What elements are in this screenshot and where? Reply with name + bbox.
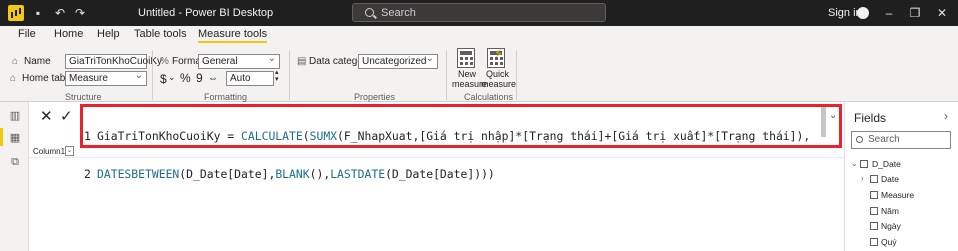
line-number: 2 (84, 167, 91, 181)
divider (446, 50, 447, 100)
paren-token: ( (302, 129, 310, 143)
format-icon: % (160, 56, 169, 67)
measure-icon (870, 191, 878, 199)
search-icon (365, 8, 374, 17)
tab-table-tools[interactable]: Table tools (134, 28, 187, 40)
fields-pane-title: Fields (854, 111, 887, 125)
measure-name-field[interactable]: GiaTriTonKhoCuoiKy (65, 54, 162, 69)
formula-line-1: 1 GiaTriTonKhoCuoiKy = CALCULATE(SUMX(F_N… (83, 127, 839, 146)
args-token-a: (D_Date[Date], (179, 167, 276, 181)
calculate-token: CALCULATE (241, 129, 303, 143)
formula-scrollbar[interactable] (821, 107, 826, 137)
decimal-adjust-icon[interactable]: ⇔ (208, 73, 218, 84)
title-bar: ▪ ↶ ↷ Untitled - Power BI Desktop Search… (0, 0, 958, 26)
currency-chevron-icon[interactable]: ⌄ (168, 72, 176, 83)
name-label: Name (24, 56, 51, 67)
calculator-icon (457, 48, 475, 68)
tab-measure-tools[interactable]: Measure tools (198, 28, 268, 43)
quick-measure-icon: ⚡ (487, 46, 505, 68)
lastdate-token: LASTDATE (330, 167, 386, 181)
calendar-icon (870, 175, 878, 183)
account-avatar[interactable] (857, 7, 869, 19)
tab-help[interactable]: Help (97, 28, 120, 40)
fields-search-placeholder: Search (868, 134, 900, 145)
divider (289, 50, 290, 100)
field-measure[interactable]: Measure (881, 190, 914, 200)
currency-button[interactable]: $ (160, 72, 167, 86)
comma-style-button[interactable]: 9 (196, 71, 203, 85)
field-ngay[interactable]: Ngày (881, 221, 901, 231)
new-measure-label-1: New (458, 69, 477, 79)
home-table-dropdown[interactable]: Measure (65, 69, 147, 86)
datesbetween-token: DATESBETWEEN (97, 167, 180, 181)
expand-date-chevron-icon[interactable]: › (861, 174, 864, 183)
commit-formula-icon[interactable]: ✓ (60, 107, 73, 125)
ribbon-body: ⌂ Name GiaTriTonKhoCuoiKy ⌂ Home table M… (0, 44, 958, 102)
minimize-icon[interactable]: – (880, 4, 898, 22)
tag-icon: ⌂ (12, 56, 19, 67)
redo-icon[interactable]: ↷ (72, 3, 88, 23)
quick-measure-label-1: Quick (486, 69, 510, 79)
sumx-args-token: (F_NhapXuat,[Giá trị nhập]*[Trạng thái]+… (337, 129, 811, 143)
column-filter-chevron-icon[interactable]: ⌄ (65, 146, 74, 156)
save-icon[interactable]: ▪ (30, 3, 46, 23)
model-view-icon[interactable]: ⧉ (9, 156, 21, 168)
undo-icon[interactable]: ↶ (52, 3, 68, 23)
column-icon (870, 207, 878, 215)
view-rail: ▥ ▦ ⧉ (0, 102, 29, 251)
tab-home[interactable]: Home (54, 28, 83, 40)
search-icon (856, 136, 863, 143)
format-dropdown[interactable]: General (198, 52, 280, 69)
structure-group-label: Structure (65, 92, 102, 102)
quick-measure-label-2: measure (481, 79, 517, 89)
percent-button[interactable]: % (180, 71, 191, 85)
table-icon (860, 160, 868, 168)
field-nam[interactable]: Năm (881, 206, 899, 216)
active-view-indicator (0, 128, 3, 146)
decimal-stepper[interactable]: ▴ ▾ (275, 69, 279, 83)
collapse-pane-chevron-icon[interactable]: › (944, 109, 948, 123)
expand-table-chevron-icon[interactable]: ⌄ (851, 159, 858, 168)
home-table-icon: ⌂ (10, 73, 17, 84)
blank-token: BLANK (275, 167, 310, 181)
divider (516, 50, 517, 100)
dax-formula-editor[interactable]: 1 GiaTriTonKhoCuoiKy = CALCULATE(SUMX(F_N… (80, 104, 842, 181)
powerbi-logo-icon (8, 5, 24, 21)
sumx-token: SUMX (309, 129, 338, 143)
field-date[interactable]: Date (881, 174, 899, 184)
global-search-box[interactable]: Search (352, 3, 606, 22)
expand-formula-chevron-icon[interactable]: ⌄ (829, 110, 837, 121)
close-icon[interactable]: ✕ (933, 4, 951, 22)
field-table-d-date[interactable]: D_Date (872, 159, 901, 169)
column-icon (870, 238, 878, 246)
formula-line-2: 2 DATESBETWEEN(D_Date[Date],BLANK(),LASTD… (83, 165, 839, 184)
maximize-icon[interactable]: ❐ (906, 4, 924, 22)
calculations-group-label: Calculations (464, 92, 514, 102)
measure-name-token: GiaTriTonKhoCuoiKy = (97, 129, 242, 143)
lightning-icon: ⚡ (494, 46, 504, 61)
decimal-places-field[interactable]: Auto (226, 71, 274, 86)
column-icon (870, 222, 878, 230)
tab-file[interactable]: File (18, 28, 36, 40)
fields-search-input[interactable]: Search (851, 131, 951, 149)
cancel-formula-icon[interactable]: ✕ (40, 107, 53, 125)
args-token-b: (), (309, 167, 331, 181)
data-category-icon: ▤ (297, 56, 307, 67)
ribbon-tabs: File Home Help Table tools Measure tools (0, 26, 958, 44)
divider (152, 50, 153, 100)
report-view-icon[interactable]: ▥ (9, 110, 21, 122)
data-category-dropdown[interactable]: Uncategorized (358, 52, 438, 69)
column-header[interactable]: Column1 (33, 147, 65, 156)
search-placeholder: Search (381, 6, 416, 19)
window-title: Untitled - Power BI Desktop (138, 7, 274, 19)
args-token-c: (D_Date[Date]))) (385, 167, 495, 181)
line-number: 1 (84, 129, 91, 143)
data-view-icon[interactable]: ▦ (9, 132, 21, 144)
formatting-group-label: Formatting (204, 92, 248, 102)
properties-group-label: Properties (354, 92, 396, 102)
field-quy[interactable]: Quý (881, 237, 897, 247)
table-header-row (29, 146, 844, 158)
